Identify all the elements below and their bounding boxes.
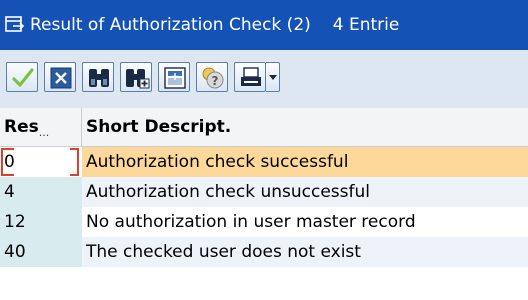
description-cell[interactable]: Authorization check successful [82, 147, 528, 177]
binoculars-plus-icon [126, 69, 150, 89]
result-code-cell[interactable]: 40 [0, 237, 82, 267]
select-all-button[interactable] [158, 62, 190, 92]
find-button[interactable] [82, 62, 114, 92]
dialog-title: Result of Authorization Check (2) [30, 15, 311, 35]
entry-count: 4 Entrie [332, 15, 400, 35]
help-icon: ? [202, 67, 224, 89]
print-dropdown[interactable] [266, 62, 280, 92]
close-x-icon [50, 67, 72, 89]
result-code-cell[interactable]: 4 [0, 177, 82, 207]
find-next-button[interactable] [120, 62, 152, 92]
table-row[interactable]: 40 The checked user does not exist [0, 237, 528, 267]
truncation-marker: ... [38, 126, 50, 139]
binoculars-icon [89, 69, 109, 87]
cancel-button[interactable] [44, 62, 76, 92]
focus-gap [14, 147, 70, 151]
description-cell[interactable]: The checked user does not exist [82, 237, 528, 267]
result-code-cell[interactable]: 12 [0, 207, 82, 237]
dialog-title-bar: Result of Authorization Check (2) 4 Entr… [0, 0, 528, 50]
chevron-down-icon [269, 75, 277, 80]
column-header-result[interactable]: Res... [0, 108, 82, 146]
table-header: Res... Short Descript. [0, 108, 528, 146]
checkmark-icon [12, 68, 34, 87]
table-row[interactable]: 12 No authorization in user master recor… [0, 207, 528, 237]
print-button[interactable] [234, 62, 266, 92]
toolbar: ? [0, 50, 528, 108]
table-row[interactable]: 0 Authorization check successful [0, 147, 528, 177]
description-cell[interactable]: Authorization check unsuccessful [82, 177, 528, 207]
select-all-icon [164, 67, 186, 89]
description-cell[interactable]: No authorization in user master record [82, 207, 528, 237]
svg-text:?: ? [212, 74, 219, 88]
table-row[interactable]: 4 Authorization check unsuccessful [0, 177, 528, 207]
popup-window-icon [4, 14, 26, 36]
continue-button[interactable] [6, 62, 38, 92]
help-button[interactable]: ? [196, 62, 228, 92]
column-header-description[interactable]: Short Descript. [86, 108, 231, 146]
printer-icon [241, 67, 261, 86]
results-table: Res... Short Descript. 0 Authorization c… [0, 108, 528, 300]
column-header-result-label: Res [4, 117, 39, 137]
